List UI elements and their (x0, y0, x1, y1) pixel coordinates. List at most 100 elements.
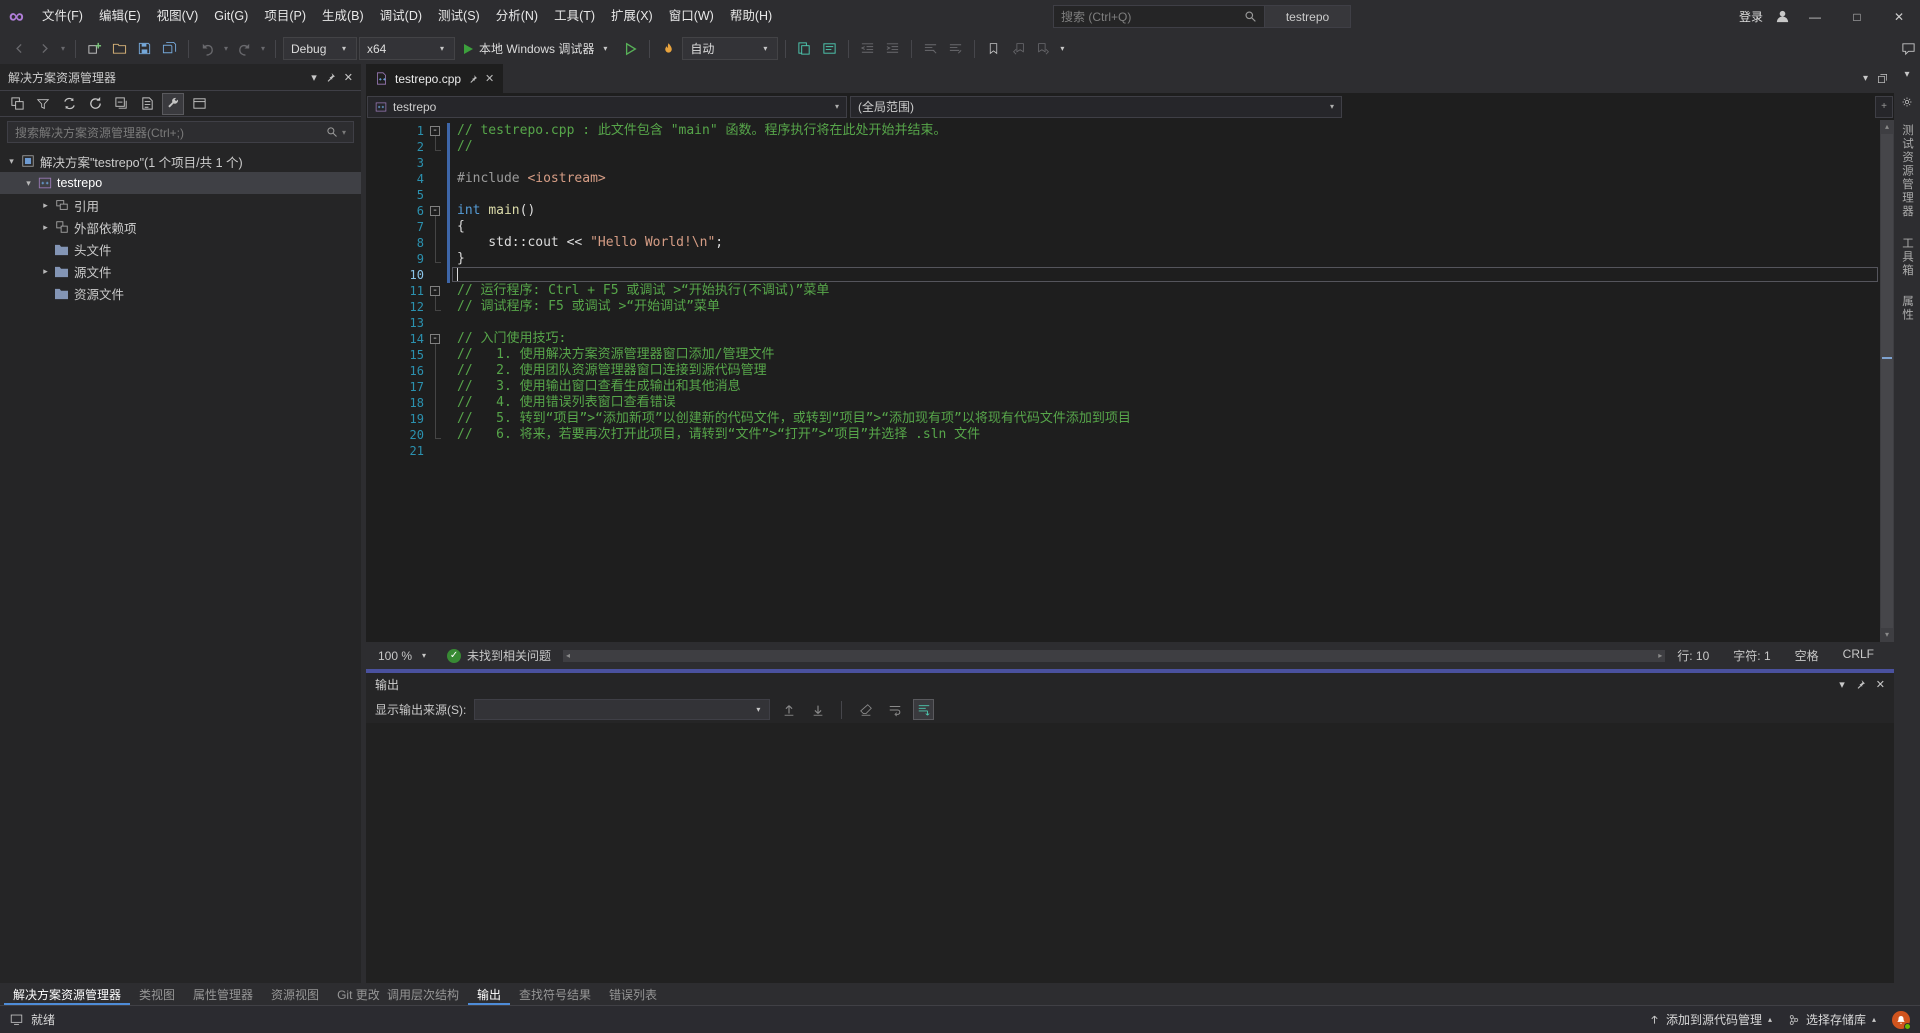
comment-selection-icon[interactable] (919, 37, 942, 60)
refresh-icon[interactable] (84, 93, 106, 115)
code-line[interactable]: 14-// 入门使用技巧: (366, 331, 1880, 347)
menu-item[interactable]: 视图(V) (149, 0, 207, 33)
menu-item[interactable]: 扩展(X) (603, 0, 661, 33)
tree-row[interactable]: 资源文件 (0, 282, 361, 304)
hot-reload-mode-combo[interactable]: 自动▾ (682, 37, 778, 60)
menu-item[interactable]: 调试(D) (372, 0, 430, 33)
code-line[interactable]: 7{ (366, 219, 1880, 235)
tool-window-tab[interactable]: 输出 (468, 983, 510, 1005)
previous-message-icon[interactable] (778, 699, 799, 720)
redo-icon[interactable] (233, 37, 256, 60)
tool-window-tab[interactable]: 资源视图 (262, 983, 328, 1005)
clear-all-icon[interactable] (855, 699, 876, 720)
redo-dropdown[interactable]: ▾ (258, 44, 268, 53)
undo-icon[interactable] (196, 37, 219, 60)
start-debugging-button[interactable]: 本地 Windows 调试器 ▾ (457, 37, 617, 60)
split-window-button[interactable]: + (1875, 96, 1893, 118)
select-repository-button[interactable]: 选择存储库 ▴ (1788, 1011, 1876, 1028)
float-window-icon[interactable] (1877, 73, 1888, 84)
code-line[interactable]: 13 (366, 315, 1880, 331)
menu-item[interactable]: Git(G) (206, 0, 256, 33)
code-line[interactable]: 16// 2. 使用团队资源管理器窗口连接到源代码管理 (366, 363, 1880, 379)
horizontal-scrollbar[interactable]: ◂ ▸ (563, 650, 1665, 662)
minimize-button[interactable]: — (1794, 0, 1836, 33)
word-wrap-icon[interactable] (884, 699, 905, 720)
code-line[interactable]: 9} (366, 251, 1880, 267)
show-all-references-icon[interactable] (818, 37, 841, 60)
code-line[interactable]: 6-int main() (366, 203, 1880, 219)
line-indicator[interactable]: 行: 10 (1677, 647, 1709, 664)
tree-row[interactable]: ▸引用 (0, 194, 361, 216)
navigate-back-icon[interactable] (8, 37, 31, 60)
solution-platform-combo[interactable]: x64▾ (359, 37, 455, 60)
code-line[interactable]: 20// 6. 将来，若要再次打开此项目，请转到“文件”>“打开”>“项目”并选… (366, 427, 1880, 443)
menu-item[interactable]: 窗口(W) (661, 0, 722, 33)
expander-icon[interactable]: ▸ (38, 266, 53, 277)
code-line[interactable]: 10 (366, 267, 1880, 283)
code-line[interactable]: 2// (366, 139, 1880, 155)
member-scope-combo[interactable]: (全局范围) ▾ (850, 96, 1342, 118)
expander-icon[interactable]: ▾ (21, 178, 36, 189)
previous-bookmark-icon[interactable] (1007, 37, 1030, 60)
code-line[interactable]: 1-// testrepo.cpp : 此文件包含 "main" 函数。程序执行… (366, 123, 1880, 139)
search-input[interactable]: 搜索 (Ctrl+Q) (1053, 5, 1265, 28)
save-all-icon[interactable] (158, 37, 181, 60)
active-files-dropdown-icon[interactable]: ▾ (1863, 73, 1868, 84)
menu-item[interactable]: 分析(N) (488, 0, 546, 33)
search-context[interactable]: testrepo (1265, 5, 1351, 28)
close-button[interactable]: ✕ (1878, 0, 1920, 33)
properties-icon[interactable] (162, 93, 184, 115)
expander-icon[interactable]: ▸ (38, 200, 53, 211)
navigate-forward-icon[interactable] (33, 37, 56, 60)
navigation-history-dropdown[interactable]: ▾ (58, 44, 68, 53)
fold-toggle[interactable]: - (424, 123, 450, 139)
menu-item[interactable]: 测试(S) (430, 0, 488, 33)
sync-with-active-document-icon[interactable] (58, 93, 80, 115)
close-icon[interactable]: ✕ (344, 71, 353, 84)
code-line[interactable]: 18// 4. 使用错误列表窗口查看错误 (366, 395, 1880, 411)
indent-decrease-icon[interactable] (856, 37, 879, 60)
notifications-bell[interactable] (1892, 1011, 1910, 1029)
find-in-files-icon[interactable] (793, 37, 816, 60)
maximize-button[interactable]: □ (1836, 0, 1878, 33)
menu-item[interactable]: 生成(B) (314, 0, 372, 33)
collapse-icon[interactable]: - (430, 206, 440, 216)
fold-toggle[interactable]: - (424, 203, 450, 219)
document-tab[interactable]: testrepo.cpp ✕ (366, 64, 503, 93)
open-file-icon[interactable] (108, 37, 131, 60)
vertical-scrollbar[interactable]: ▴ ▾ (1880, 120, 1894, 642)
uncomment-selection-icon[interactable] (944, 37, 967, 60)
code-line[interactable]: 19// 5. 转到“项目”>“添加新项”以创建新的代码文件，或转到“项目”>“… (366, 411, 1880, 427)
user-account-icon[interactable] (1771, 5, 1794, 28)
scroll-down-icon[interactable]: ▾ (1880, 628, 1894, 642)
tool-window-tab[interactable]: 调用层次结构 (378, 983, 468, 1005)
scrollbar-thumb[interactable] (1881, 134, 1893, 628)
collapse-icon[interactable]: - (430, 126, 440, 136)
expander-icon[interactable]: ▾ (4, 156, 19, 167)
filter-icon[interactable] (32, 93, 54, 115)
pin-icon[interactable] (468, 74, 478, 84)
new-project-icon[interactable] (83, 37, 106, 60)
code-line[interactable]: 21 (366, 443, 1880, 459)
auto-hide-tab[interactable]: 属性 (1899, 295, 1915, 322)
code-line[interactable]: 17// 3. 使用输出窗口查看生成输出和其他消息 (366, 379, 1880, 395)
solution-explorer-search-input[interactable]: 搜索解决方案资源管理器(Ctrl+;) ▾ (7, 121, 354, 143)
spaces-indicator[interactable]: 空格 (1795, 647, 1819, 664)
tree-row[interactable]: 头文件 (0, 238, 361, 260)
scroll-right-icon[interactable]: ▸ (1658, 651, 1662, 660)
tree-row[interactable]: ▾testrepo (0, 172, 361, 194)
output-content[interactable] (366, 723, 1894, 983)
tool-window-tab[interactable]: 错误列表 (600, 983, 666, 1005)
add-to-source-control-button[interactable]: 添加到源代码管理 ▴ (1649, 1011, 1772, 1028)
code-line[interactable]: 12// 调试程序: F5 或调试 >“开始调试”菜单 (366, 299, 1880, 315)
tree-row[interactable]: ▸源文件 (0, 260, 361, 282)
eol-indicator[interactable]: CRLF (1843, 647, 1874, 664)
preview-selected-items-icon[interactable] (188, 93, 210, 115)
save-icon[interactable] (133, 37, 156, 60)
solution-configuration-combo[interactable]: Debug▾ (283, 37, 357, 60)
char-indicator[interactable]: 字符: 1 (1733, 647, 1770, 664)
next-message-icon[interactable] (807, 699, 828, 720)
menu-item[interactable]: 工具(T) (546, 0, 603, 33)
close-icon[interactable]: ✕ (1876, 678, 1885, 691)
background-tasks-icon[interactable] (10, 1013, 23, 1026)
